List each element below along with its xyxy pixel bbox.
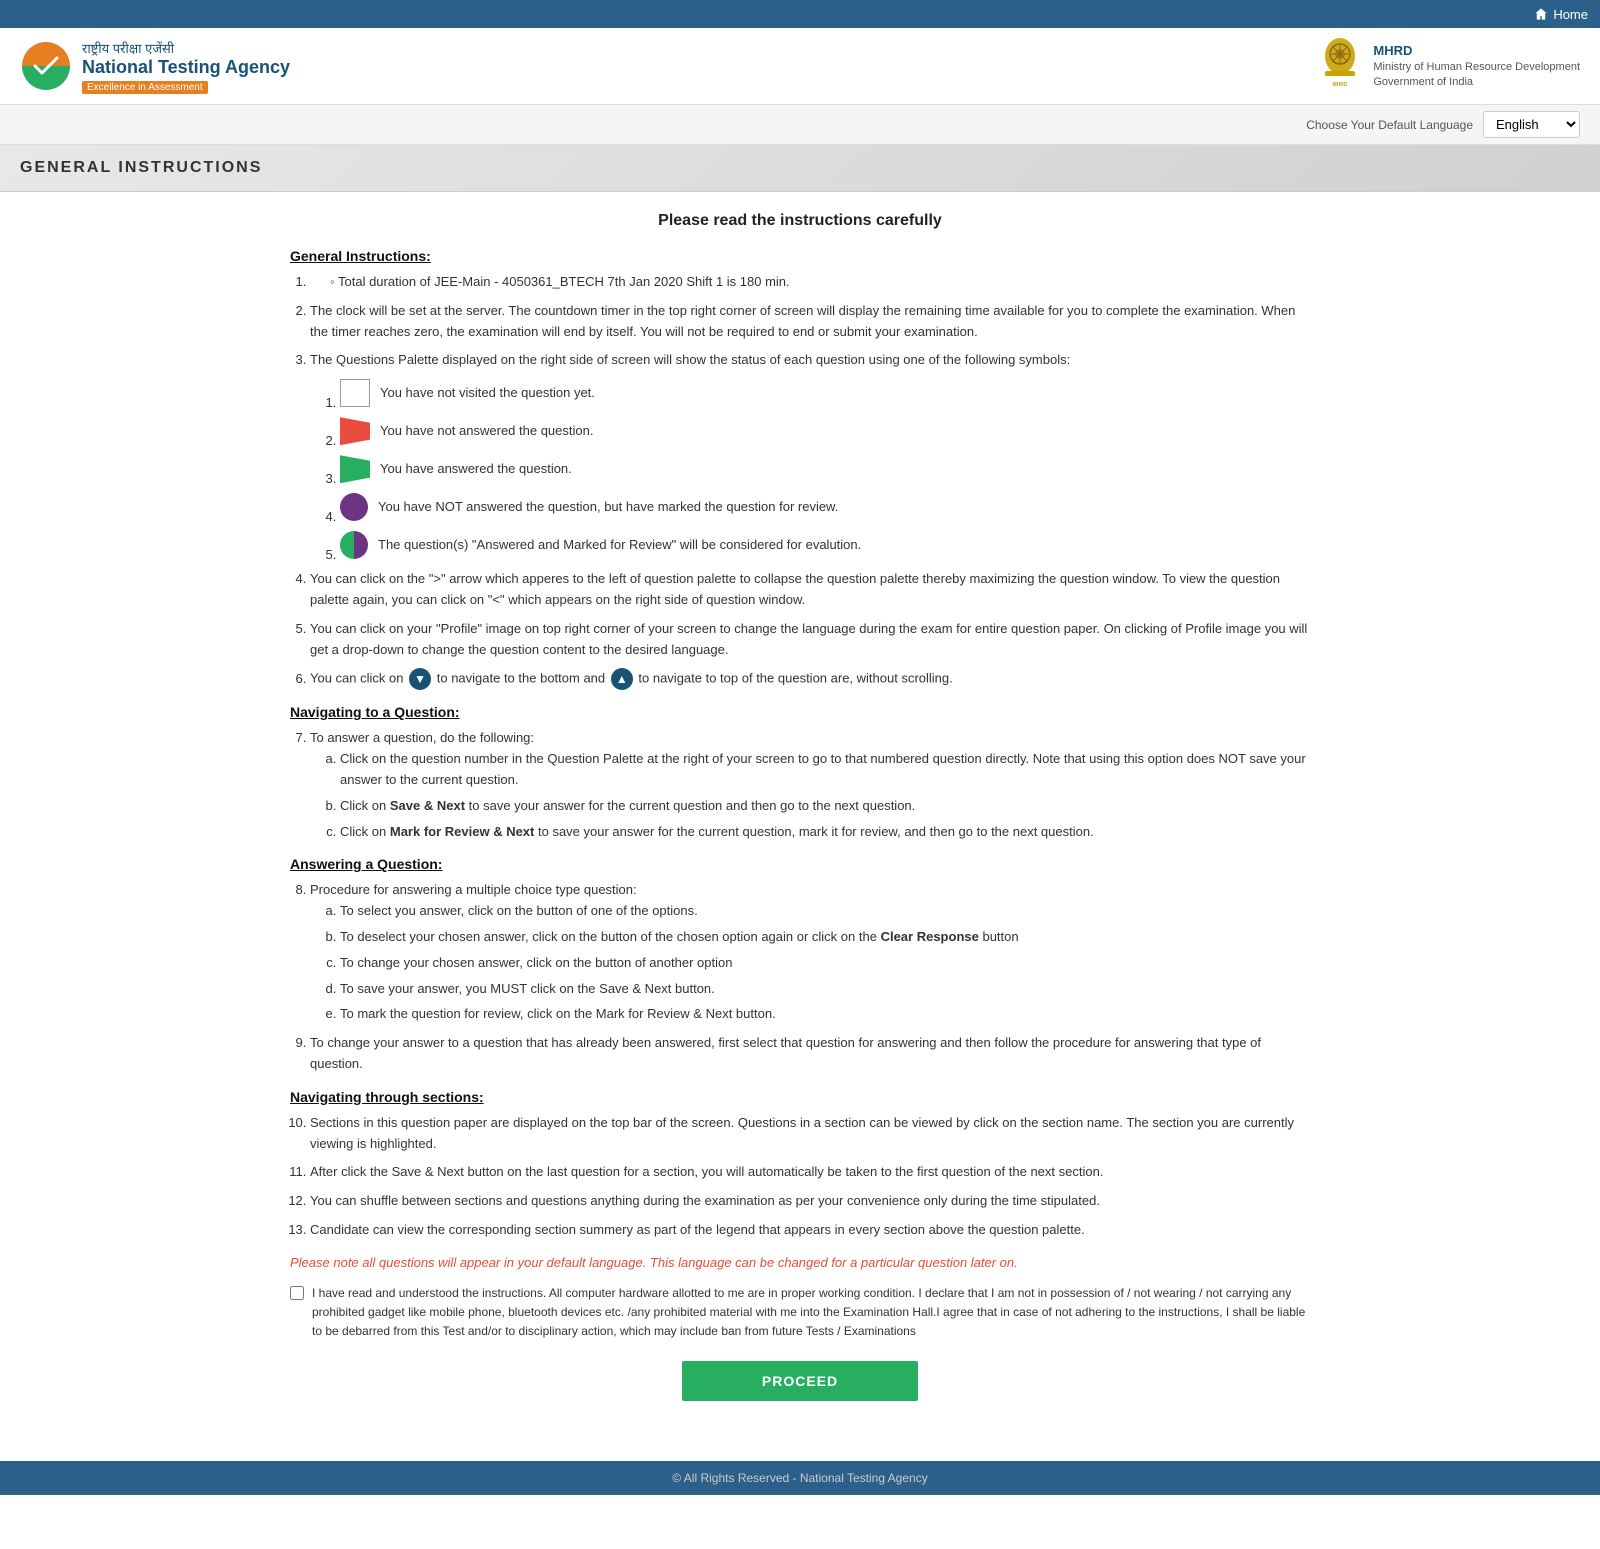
language-select[interactable]: English Hindi [1483, 111, 1580, 138]
symbol-4: You have NOT answered the question, but … [340, 493, 1310, 521]
item-8e: To mark the question for review, click o… [340, 1004, 1310, 1025]
note-text: Please note all questions will appear in… [290, 1255, 1310, 1270]
mhrd-name: MHRD [1373, 42, 1580, 60]
nav-down-icon: ▼ [409, 668, 431, 690]
instruction-item-12: You can shuffle between sections and que… [310, 1191, 1310, 1212]
logo-text: राष्ट्रीय परीक्षा एजेंसी National Testin… [82, 39, 290, 94]
item-8c: To change your chosen answer, click on t… [340, 953, 1310, 974]
item-7b: Click on Save & Next to save your answer… [340, 796, 1310, 817]
footer: © All Rights Reserved - National Testing… [0, 1461, 1600, 1495]
instruction-item-3: The Questions Palette displayed on the r… [310, 350, 1310, 559]
nta-logo [20, 40, 72, 92]
top-bar: Home [0, 0, 1600, 28]
mhrd-text: MHRD Ministry of Human Resource Developm… [1373, 42, 1580, 91]
instruction-item-11: After click the Save & Next button on th… [310, 1162, 1310, 1183]
symbol-2: You have not answered the question. [340, 417, 1310, 445]
symbols-list: You have not visited the question yet. Y… [310, 379, 1310, 559]
declaration-text: I have read and understood the instructi… [312, 1284, 1310, 1342]
symbol-5: The question(s) "Answered and Marked for… [340, 531, 1310, 559]
instruction-item-2: The clock will be set at the server. The… [310, 301, 1310, 343]
instruction-item-13: Candidate can view the corresponding sec… [310, 1220, 1310, 1241]
instruction-item-4: You can click on the ">" arrow which app… [310, 569, 1310, 611]
general-instructions-list: ◦ Total duration of JEE-Main - 4050361_B… [290, 272, 1310, 690]
item8-sub-list: To select you answer, click on the butto… [310, 901, 1310, 1025]
logo-area: राष्ट्रीय परीक्षा एजेंसी National Testin… [20, 39, 290, 94]
mhrd-logo: MHRD MHRD Ministry of Human Resource Dev… [1315, 36, 1580, 96]
org-name: National Testing Agency [82, 57, 290, 78]
instruction-item-5: You can click on your "Profile" image on… [310, 619, 1310, 661]
mhrd-full: Ministry of Human Resource Development [1373, 61, 1580, 73]
footer-text: © All Rights Reserved - National Testing… [672, 1471, 927, 1485]
main-content: Please read the instructions carefully G… [250, 192, 1350, 1441]
item-7a: Click on the question number in the Ques… [340, 749, 1310, 791]
org-name-hindi: राष्ट्रीय परीक्षा एजेंसी [82, 39, 290, 57]
symbol-not-answered [340, 417, 370, 445]
page-title: GENERAL INSTRUCTIONS [20, 159, 1580, 177]
symbol-marked-review [340, 493, 368, 521]
symbol-answered [340, 455, 370, 483]
ashoka-emblem: MHRD [1315, 36, 1365, 96]
section1-heading: General Instructions: [290, 248, 1310, 264]
mhrd-sub: Government of India [1373, 76, 1473, 88]
logo-tagline: Excellence in Assessment [82, 81, 208, 94]
item7-sub-list: Click on the question number in the Ques… [310, 749, 1310, 842]
symbol-not-visited [340, 379, 370, 407]
navigating-list: To answer a question, do the following: … [290, 728, 1310, 842]
page-title-banner: GENERAL INSTRUCTIONS [0, 145, 1600, 192]
item-8d: To save your answer, you MUST click on t… [340, 979, 1310, 1000]
symbol-answered-marked [340, 531, 368, 559]
instruction-item-7: To answer a question, do the following: … [310, 728, 1310, 842]
svg-text:MHRD: MHRD [1333, 82, 1348, 88]
section2-heading: Navigating to a Question: [290, 704, 1310, 720]
home-icon [1534, 7, 1548, 21]
section3-heading: Answering a Question: [290, 856, 1310, 872]
nav-up-icon: ▲ [611, 668, 633, 690]
symbol-3: You have answered the question. [340, 455, 1310, 483]
header: राष्ट्रीय परीक्षा एजेंसी National Testin… [0, 28, 1600, 105]
symbol-1: You have not visited the question yet. [340, 379, 1310, 407]
instruction-item-8: Procedure for answering a multiple choic… [310, 880, 1310, 1025]
instruction-item-1: ◦ Total duration of JEE-Main - 4050361_B… [310, 272, 1310, 293]
home-label: Home [1553, 7, 1588, 22]
instruction-item-9: To change your answer to a question that… [310, 1033, 1310, 1075]
item-7c: Click on Mark for Review & Next to save … [340, 822, 1310, 843]
proceed-button[interactable]: PROCEED [682, 1361, 918, 1401]
sections-list: Sections in this question paper are disp… [290, 1113, 1310, 1241]
home-link[interactable]: Home [1534, 7, 1588, 22]
language-section: Choose Your Default Language English Hin… [0, 105, 1600, 145]
instruction-item-10: Sections in this question paper are disp… [310, 1113, 1310, 1155]
item-8a: To select you answer, click on the butto… [340, 901, 1310, 922]
instruction-item-1-sub: ◦ Total duration of JEE-Main - 4050361_B… [330, 272, 1310, 293]
instruction-item-6: You can click on ▼ to navigate to the bo… [310, 668, 1310, 690]
section4-heading: Navigating through sections: [290, 1089, 1310, 1105]
language-label: Choose Your Default Language [1306, 118, 1473, 132]
item-8b: To deselect your chosen answer, click on… [340, 927, 1310, 948]
proceed-btn-area: PROCEED [290, 1361, 1310, 1401]
declaration-area: I have read and understood the instructi… [290, 1284, 1310, 1342]
answering-list: Procedure for answering a multiple choic… [290, 880, 1310, 1074]
declaration-checkbox[interactable] [290, 1286, 304, 1300]
instructions-header: Please read the instructions carefully [290, 212, 1310, 230]
